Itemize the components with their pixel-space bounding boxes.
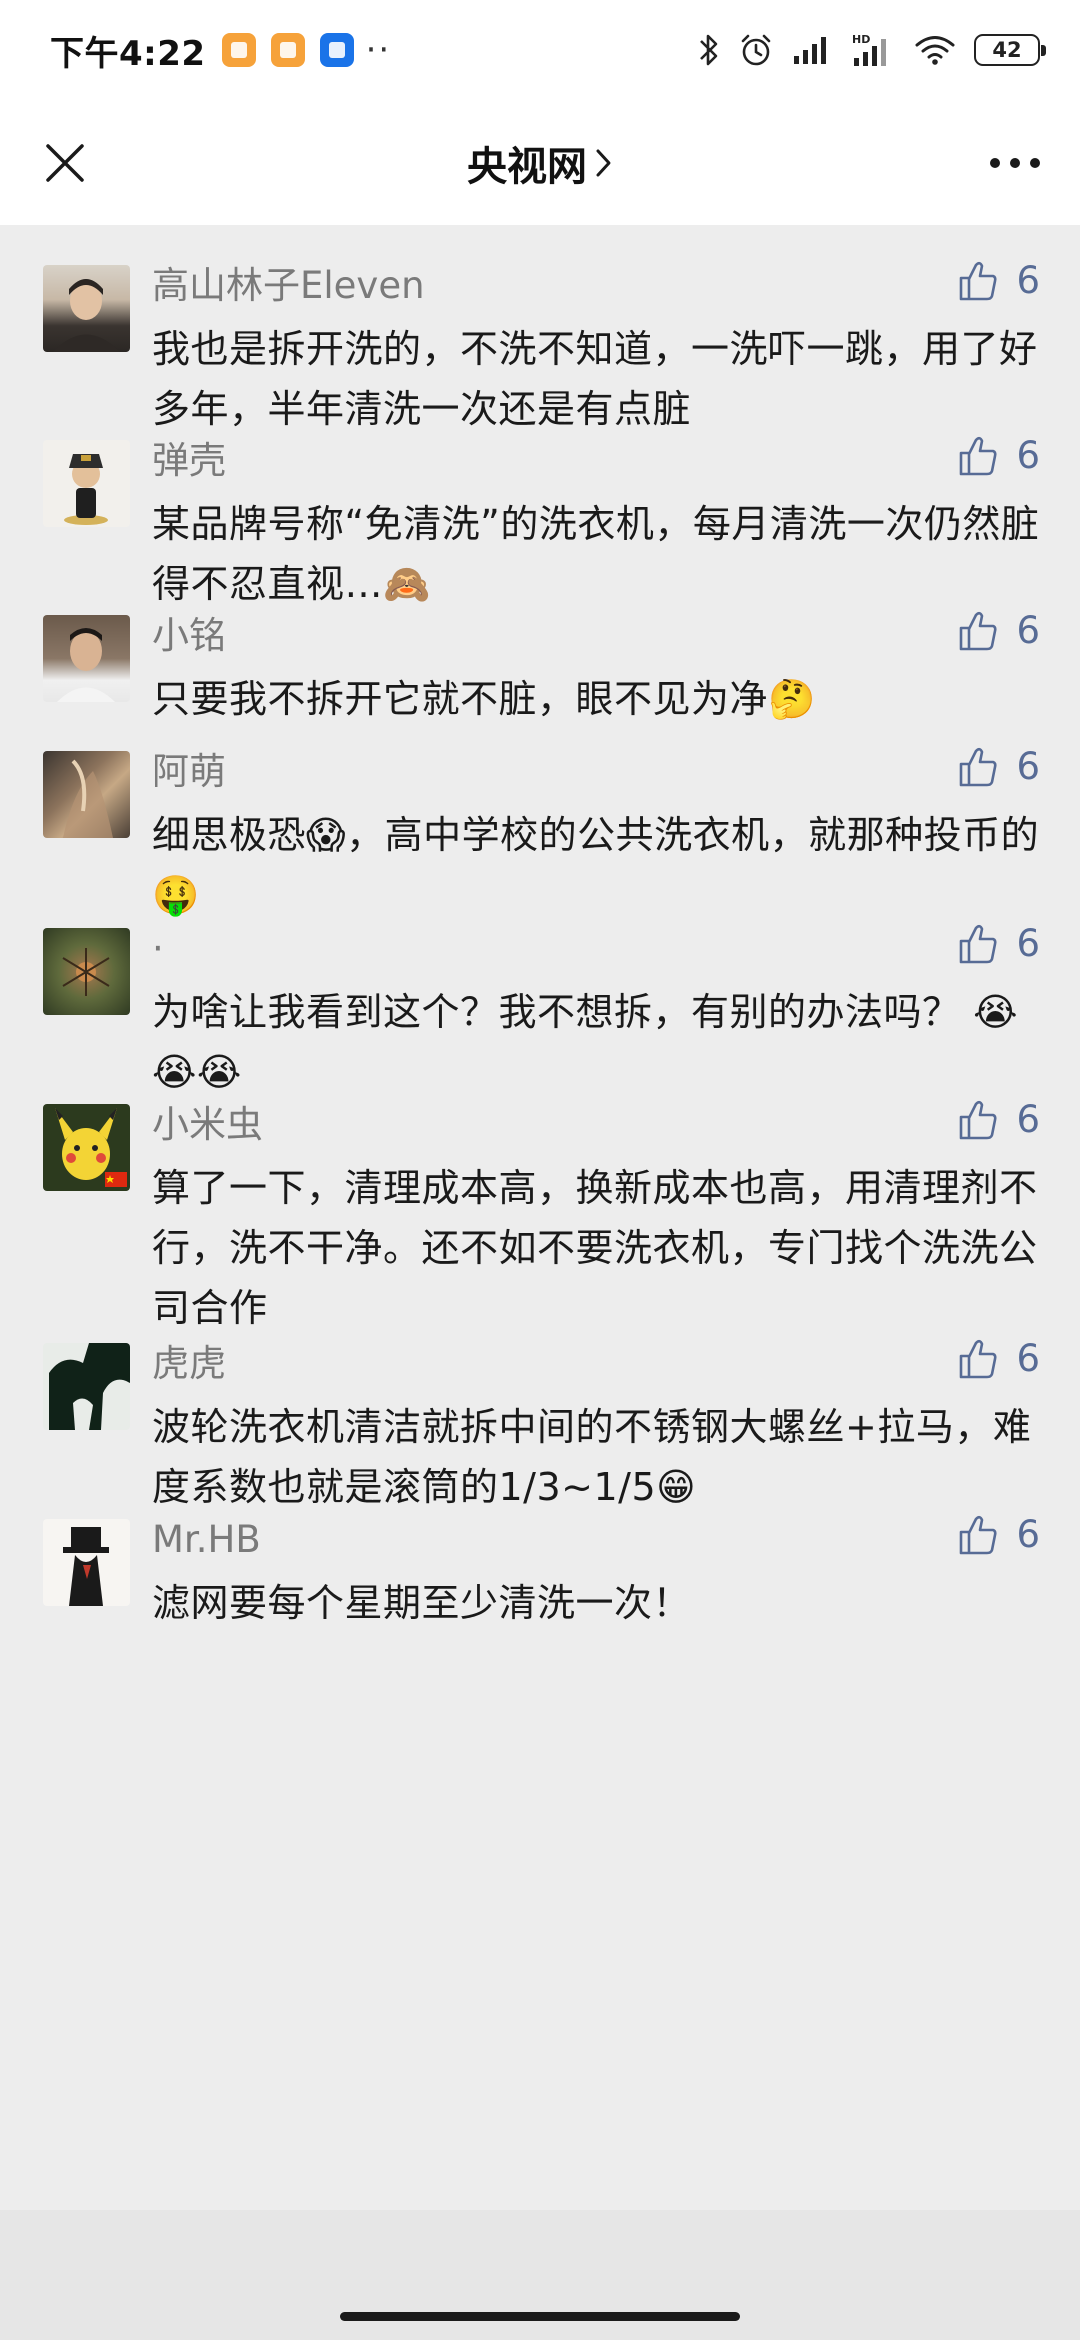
thumbs-up-icon	[960, 1515, 997, 1554]
thumbs-up-icon	[960, 924, 997, 963]
page-title: 央视网	[467, 143, 587, 190]
avatar[interactable]	[43, 615, 130, 702]
thumbs-up-icon	[960, 1339, 997, 1378]
like-count: 6	[1016, 1098, 1040, 1141]
like-count: 6	[1016, 434, 1040, 477]
emoji: 😁	[656, 1465, 697, 1509]
comment-username: 阿萌	[152, 750, 226, 793]
battery-indicator: 42	[974, 34, 1046, 66]
avatar[interactable]	[43, 928, 130, 1015]
comment-username: Mr.HB	[152, 1518, 261, 1561]
comment-username: 高山林子Eleven	[152, 264, 425, 307]
thumbs-up-icon	[960, 436, 997, 475]
comment-text: 波轮洗衣机清洁就拆中间的不锈钢大螺丝+拉马，难度系数也就是滚筒的1/3~1/5😁	[152, 1397, 1042, 1517]
comment-text-body-2: ，高中学校的公共洗衣机，就那种投币的	[346, 813, 1040, 857]
avatar[interactable]	[43, 751, 130, 838]
like-button[interactable]: 6	[958, 259, 1040, 302]
files-app-icon	[319, 33, 354, 67]
bluetooth-icon	[700, 34, 718, 66]
like-count: 6	[1016, 1513, 1040, 1556]
like-button[interactable]: 6	[958, 1337, 1040, 1380]
comment-text-body: 我也是拆开洗的，不洗不知道，一洗吓一跳，用了好多年，半年清洗一次还是有点脏	[152, 327, 1038, 431]
avatar[interactable]	[43, 1343, 130, 1430]
comment-username: 虎虎	[152, 1342, 226, 1385]
like-count: 6	[1016, 745, 1040, 788]
comment-username: 小米虫	[152, 1103, 263, 1146]
nav-bar: 央视网	[0, 100, 1080, 225]
thumbs-up-icon	[960, 261, 997, 300]
home-indicator[interactable]	[340, 2312, 740, 2321]
thumbs-up-icon	[960, 747, 997, 786]
comment-text-body: 算了一下，清理成本高，换新成本也高，用清理剂不行，洗不干净。还不如不要洗衣机，专…	[152, 1166, 1038, 1330]
like-count: 6	[1016, 922, 1040, 965]
comment-username: ·	[152, 927, 164, 970]
svg-text:HD: HD	[852, 33, 870, 46]
like-count: 6	[1016, 609, 1040, 652]
more-dots-icon	[990, 158, 1040, 168]
alarm-icon	[741, 34, 771, 66]
more-options-button[interactable]	[980, 128, 1050, 198]
thumbs-up-icon	[960, 611, 997, 650]
emoji: 😱	[306, 813, 347, 857]
comment-text: 只要我不拆开它就不脏，眼不见为净🤔	[152, 669, 1042, 729]
status-bar: 下午4:22 ·· HD 42	[0, 0, 1080, 100]
comment-text-body: 细思极恐	[152, 813, 307, 857]
comment-text: 算了一下，清理成本高，换新成本也高，用清理剂不行，洗不干净。还不如不要洗衣机，专…	[152, 1158, 1042, 1338]
like-button[interactable]: 6	[958, 609, 1040, 652]
notification-icons	[221, 33, 354, 67]
hd-signal-icon: HD	[852, 33, 886, 66]
signal-icon	[794, 37, 826, 64]
avatar[interactable]	[43, 265, 130, 352]
like-button[interactable]: 6	[958, 434, 1040, 477]
comment-text-body: 只要我不拆开它就不脏，眼不见为净	[152, 677, 769, 721]
close-icon	[46, 144, 84, 182]
avatar[interactable]	[43, 440, 130, 527]
comment-text: 为啥让我看到这个？我不想拆，有别的办法吗？ 😭😭😭	[152, 982, 1042, 1102]
close-button[interactable]	[30, 128, 100, 198]
comment-text-body: 某品牌号称“免清洗”的洗衣机，每月清洗一次仍然脏得不忍直视…	[152, 502, 1040, 606]
comment-text-body: 为啥让我看到这个？我不想拆，有别的办法吗？	[152, 990, 961, 1034]
like-button[interactable]: 6	[958, 1513, 1040, 1556]
comment-text-body: 波轮洗衣机清洁就拆中间的不锈钢大螺丝+拉马，难度系数也就是滚筒的1/3~1/5	[152, 1405, 1032, 1509]
like-button[interactable]: 6	[958, 1098, 1040, 1141]
avatar[interactable]	[43, 1104, 130, 1191]
comment-text: 滤网要每个星期至少清洗一次！	[152, 1573, 1042, 1633]
emoji: 🙈	[383, 562, 431, 606]
like-count: 6	[1016, 259, 1040, 302]
thumbs-up-icon	[960, 1100, 997, 1139]
emoji-2: 🤑	[152, 873, 200, 917]
notes-app-icon-2	[270, 33, 305, 67]
comment-list: 高山林子Eleven 6 我也是拆开洗的，不洗不知道，一洗吓一跳，用了好多年，半…	[0, 225, 1080, 2210]
comment-text: 某品牌号称“免清洗”的洗衣机，每月清洗一次仍然脏得不忍直视…🙈	[152, 494, 1042, 614]
like-button[interactable]: 6	[958, 745, 1040, 788]
comment-text-body: 滤网要每个星期至少清洗一次！	[152, 1581, 692, 1625]
emoji: 🤔	[768, 677, 816, 721]
comment-username: 小铭	[152, 614, 226, 657]
notes-app-icon	[221, 33, 256, 67]
comment-text: 细思极恐😱，高中学校的公共洗衣机，就那种投币的 🤑	[152, 805, 1042, 925]
status-time: 下午4:22	[50, 33, 206, 74]
more-notifications-icon: ··	[365, 30, 392, 70]
wifi-icon	[915, 36, 955, 65]
like-count: 6	[1016, 1337, 1040, 1380]
bottom-area	[0, 2210, 1080, 2340]
comment-username: 弹壳	[152, 439, 226, 482]
avatar[interactable]	[43, 1519, 130, 1606]
chevron-right-icon	[596, 149, 611, 176]
nav-title-button[interactable]: 央视网	[467, 134, 613, 192]
comment-text: 我也是拆开洗的，不洗不知道，一洗吓一跳，用了好多年，半年清洗一次还是有点脏	[152, 319, 1042, 439]
like-button[interactable]: 6	[958, 922, 1040, 965]
